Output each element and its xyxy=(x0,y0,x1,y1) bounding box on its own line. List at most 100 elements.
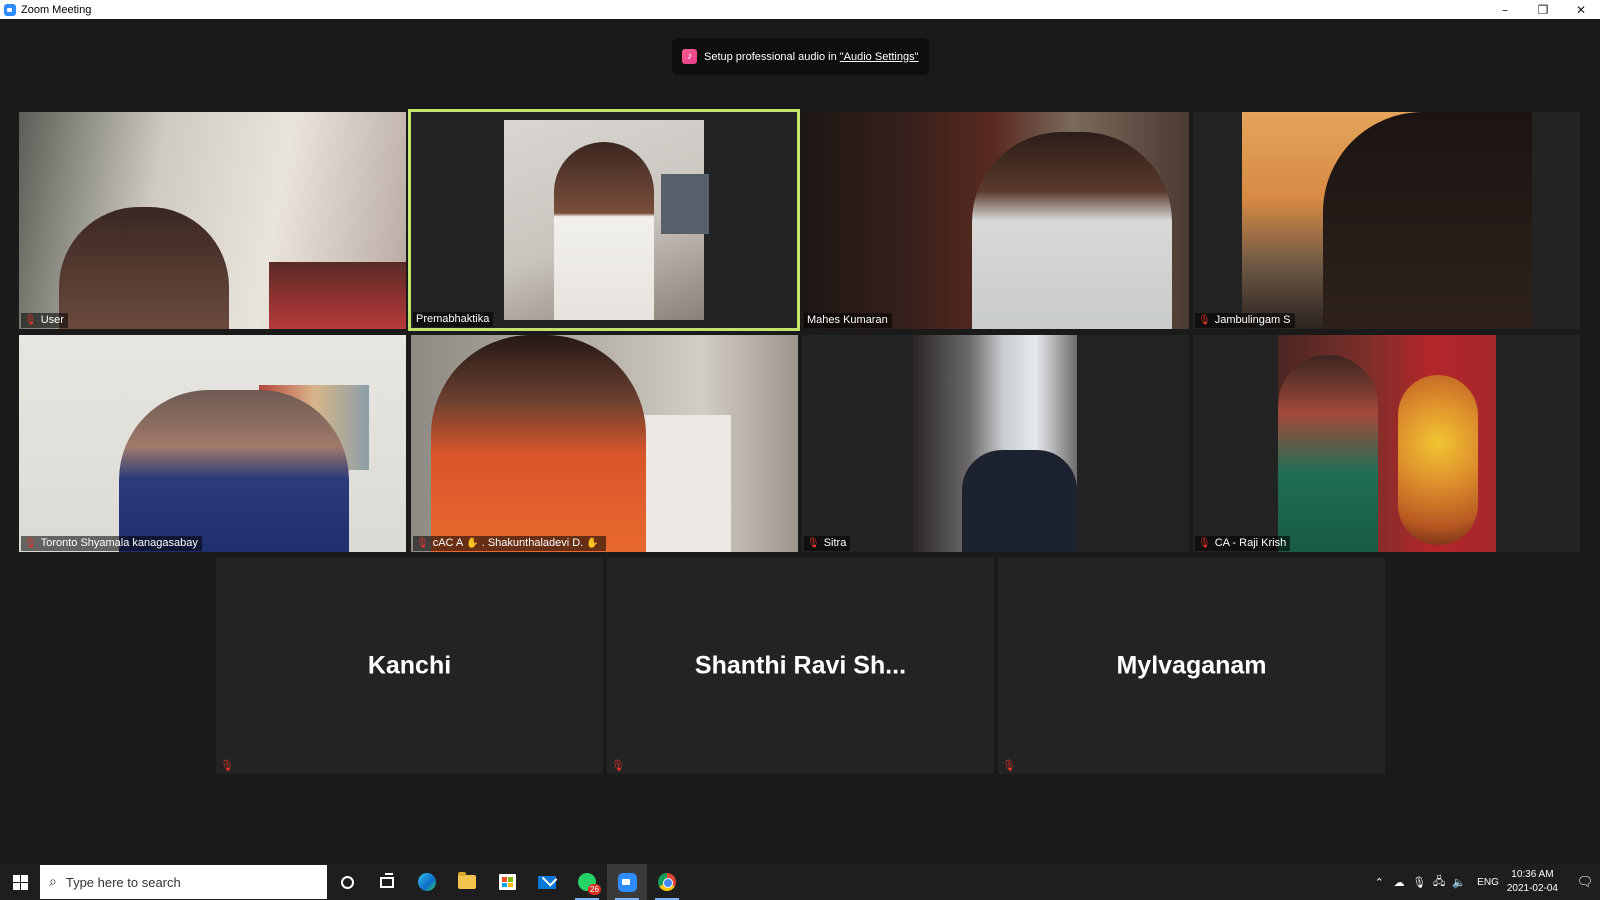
participant-name-tag: 🎙 Toronto Shyamala kanagasabay xyxy=(21,536,202,551)
edge-taskbar-button[interactable] xyxy=(407,864,447,900)
participant-tile-toronto-shyamala[interactable]: 🎙 Toronto Shyamala kanagasabay xyxy=(19,335,406,552)
mic-muted-icon: 🎙 xyxy=(416,537,429,549)
participant-tile-raji-krish[interactable]: 🎙 CA - Raji Krish xyxy=(1193,335,1580,552)
system-clock[interactable]: 10:36 AM 2021-02-04 xyxy=(1507,868,1558,896)
notification-center-icon[interactable]: 🗨 xyxy=(1570,875,1600,890)
task-view-button[interactable] xyxy=(367,864,407,900)
onedrive-icon[interactable]: ☁ xyxy=(1389,876,1409,889)
start-button[interactable] xyxy=(0,864,40,900)
zoom-icon xyxy=(617,872,637,892)
participant-name: CA - Raji Krish xyxy=(1214,537,1287,549)
windows-taskbar: ⌕ Type here to search 26 ⌃ ☁ 🎙 🖧 🔈 ENG 1… xyxy=(0,864,1600,900)
participant-video-figure xyxy=(119,390,349,552)
raised-hand-icon: ✋ xyxy=(586,537,599,549)
windows-logo-icon xyxy=(12,874,28,890)
store-taskbar-button[interactable] xyxy=(487,864,527,900)
participant-name-tag: Premabhaktika xyxy=(413,312,494,327)
restore-button[interactable]: ❐ xyxy=(1524,0,1562,19)
mic-muted-icon: 🎙 xyxy=(1002,759,1016,772)
language-indicator[interactable]: ENG xyxy=(1477,877,1499,888)
participant-name: Mahes Kumaran xyxy=(807,314,888,326)
file-explorer-icon xyxy=(458,872,476,889)
system-tray: ⌃ ☁ 🎙 🖧 🔈 ENG 10:36 AM 2021-02-04 🗨 xyxy=(1369,864,1600,900)
mic-muted-icon: 🎙 xyxy=(24,314,37,326)
participant-tile-mahes-kumaran[interactable]: Mahes Kumaran xyxy=(802,112,1189,329)
minimize-button[interactable]: – xyxy=(1486,0,1524,19)
chair xyxy=(962,450,1077,552)
participant-tile-mylvaganam[interactable]: Mylvaganam 🎙 xyxy=(998,557,1385,774)
raised-hand-icon: ✋ xyxy=(466,537,479,549)
participant-tile-shanthi-ravi[interactable]: Shanthi Ravi Sh... 🎙 xyxy=(607,557,994,774)
speaker-icon[interactable]: 🔈 xyxy=(1449,876,1469,889)
file-explorer-taskbar-button[interactable] xyxy=(447,864,487,900)
unread-badge: 26 xyxy=(588,884,601,895)
search-icon: ⌕ xyxy=(49,874,57,890)
participant-tile-jambulingam-s[interactable]: 🎙 Jambulingam S xyxy=(1193,112,1580,329)
microsoft-store-icon xyxy=(498,874,516,890)
edge-icon xyxy=(418,873,436,891)
chrome-taskbar-button[interactable] xyxy=(647,864,687,900)
task-view-icon xyxy=(380,872,394,888)
participant-video-figure xyxy=(1323,112,1532,329)
chrome-icon xyxy=(658,873,676,891)
participant-name-tag: 🎙 cAC A ✋. Shakunthaladevi D. ✋ xyxy=(413,536,606,551)
taskbar-search-box[interactable]: ⌕ Type here to search xyxy=(40,865,327,899)
clock-time: 10:36 AM xyxy=(1511,869,1554,880)
participant-name: Jambulingam S xyxy=(1214,314,1291,326)
mail-taskbar-button[interactable] xyxy=(527,864,567,900)
participant-name-tag: 🎙 CA - Raji Krish xyxy=(1195,536,1291,551)
participant-tile-user[interactable]: 🎙 User xyxy=(19,112,406,329)
mic-muted-icon: 🎙 xyxy=(1198,314,1211,326)
audio-settings-notification: ♪ Setup professional audio in "Audio Set… xyxy=(672,38,929,75)
search-placeholder: Type here to search xyxy=(65,874,181,890)
participant-video-figure xyxy=(554,142,654,320)
door xyxy=(641,415,731,552)
network-icon[interactable]: 🖧 xyxy=(1429,873,1449,892)
participant-tile-shakunthaladevi[interactable]: 🎙 cAC A ✋. Shakunthaladevi D. ✋ xyxy=(411,335,798,552)
close-button[interactable]: ✕ xyxy=(1562,0,1600,19)
mail-icon xyxy=(538,875,556,889)
mic-muted-icon: 🎙 xyxy=(24,537,37,549)
zoom-taskbar-button[interactable] xyxy=(607,864,647,900)
participant-tile-premabhaktika[interactable]: Premabhaktika xyxy=(408,109,800,331)
participant-name-large: Kanchi xyxy=(367,651,452,679)
participant-video-bed xyxy=(269,262,406,329)
whatsapp-taskbar-button[interactable]: 26 xyxy=(567,864,607,900)
notification-prefix: Setup professional audio in xyxy=(704,50,840,63)
mic-muted-icon: 🎙 xyxy=(220,759,234,772)
mic-muted-icon: 🎙 xyxy=(807,537,820,549)
participant-video-figure xyxy=(431,335,646,552)
participant-name: Sitra xyxy=(823,537,847,549)
decorated-altar xyxy=(1398,375,1478,545)
title-bar: Zoom Meeting – ❐ ✕ xyxy=(0,0,1600,19)
participant-name-tag: 🎙 Jambulingam S xyxy=(1195,313,1295,328)
participant-name: User xyxy=(40,314,64,326)
cortana-icon xyxy=(340,875,354,889)
participant-video-figure xyxy=(972,132,1172,329)
window-controls: – ❐ ✕ xyxy=(1486,0,1600,19)
participant-tile-kanchi[interactable]: Kanchi 🎙 xyxy=(216,557,603,774)
participant-name: Toronto Shyamala kanagasabay xyxy=(40,537,198,549)
audio-settings-link[interactable]: "Audio Settings" xyxy=(840,51,919,63)
participant-name: Premabhaktika xyxy=(416,313,490,325)
participant-name-tag: Mahes Kumaran xyxy=(804,313,892,328)
microphone-icon[interactable]: 🎙 xyxy=(1409,876,1429,889)
participant-tile-sitra[interactable]: 🎙 Sitra xyxy=(802,335,1189,552)
participant-video-figure xyxy=(1278,355,1378,552)
mic-muted-icon: 🎙 xyxy=(1198,537,1211,549)
wall-picture xyxy=(661,174,709,234)
clock-date: 2021-02-04 xyxy=(1506,883,1558,894)
mic-muted-icon: 🎙 xyxy=(611,759,625,772)
music-note-icon: ♪ xyxy=(682,49,697,64)
participant-name-large: Shanthi Ravi Sh... xyxy=(694,651,907,679)
participant-name-prefix: cAC A xyxy=(432,537,464,549)
participant-name: . Shakunthaladevi D. xyxy=(481,537,584,549)
cortana-button[interactable] xyxy=(327,864,367,900)
participant-name-tag: 🎙 Sitra xyxy=(804,536,851,551)
participant-name-tag: 🎙 User xyxy=(21,313,68,328)
participant-name-large: Mylvaganam xyxy=(1116,651,1267,679)
zoom-app-icon xyxy=(4,3,16,16)
notification-text: Setup professional audio in "Audio Setti… xyxy=(704,51,919,63)
window-title: Zoom Meeting xyxy=(21,3,92,16)
chevron-up-icon[interactable]: ⌃ xyxy=(1369,876,1389,889)
